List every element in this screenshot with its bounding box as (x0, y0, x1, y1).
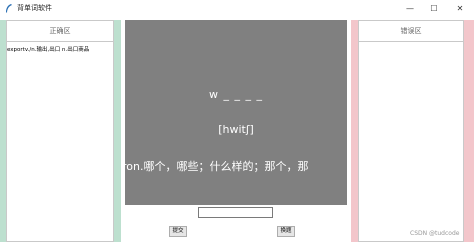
submit-button[interactable]: 提交 (169, 226, 187, 237)
feather-icon (6, 4, 12, 13)
watermark: CSDN @tudcode (410, 230, 460, 237)
right-accent-strip (464, 20, 474, 242)
maximize-button[interactable]: ☐ (421, 0, 447, 17)
correct-area-header: 正确区 (7, 21, 113, 42)
close-icon: ✕ (456, 4, 464, 13)
title-bar: 背单词软件 — ☐ ✕ (0, 0, 474, 17)
next-question-button[interactable]: 换题 (277, 226, 295, 237)
close-button[interactable]: ✕ (447, 0, 473, 17)
window-title: 背单词软件 (17, 4, 52, 12)
list-item: exportv./n.输出,出口 n.出口商品 (7, 47, 90, 53)
correct-list-panel[interactable]: 正确区 exportv./n.输出,出口 n.出口商品 (6, 20, 114, 242)
word-hint: w _ _ _ _ (209, 88, 263, 101)
minimize-button[interactable]: — (397, 0, 423, 17)
correct-list-scrollbar[interactable] (114, 20, 121, 242)
minimize-icon: — (406, 4, 414, 13)
answer-input[interactable] (198, 207, 273, 218)
phonetic-text: [hwitʃ] (218, 123, 254, 136)
maximize-icon: ☐ (430, 4, 438, 13)
wrong-area-header: 错误区 (359, 21, 463, 42)
wrong-list-scrollbar[interactable] (351, 20, 358, 242)
word-card: w _ _ _ _ [hwitʃ] pron.哪个，哪些；什么样的；那个，那 (125, 20, 347, 205)
meaning-text: pron.哪个，哪些；什么样的；那个，那 (125, 160, 309, 173)
wrong-list-panel[interactable]: 错误区 (358, 20, 464, 242)
